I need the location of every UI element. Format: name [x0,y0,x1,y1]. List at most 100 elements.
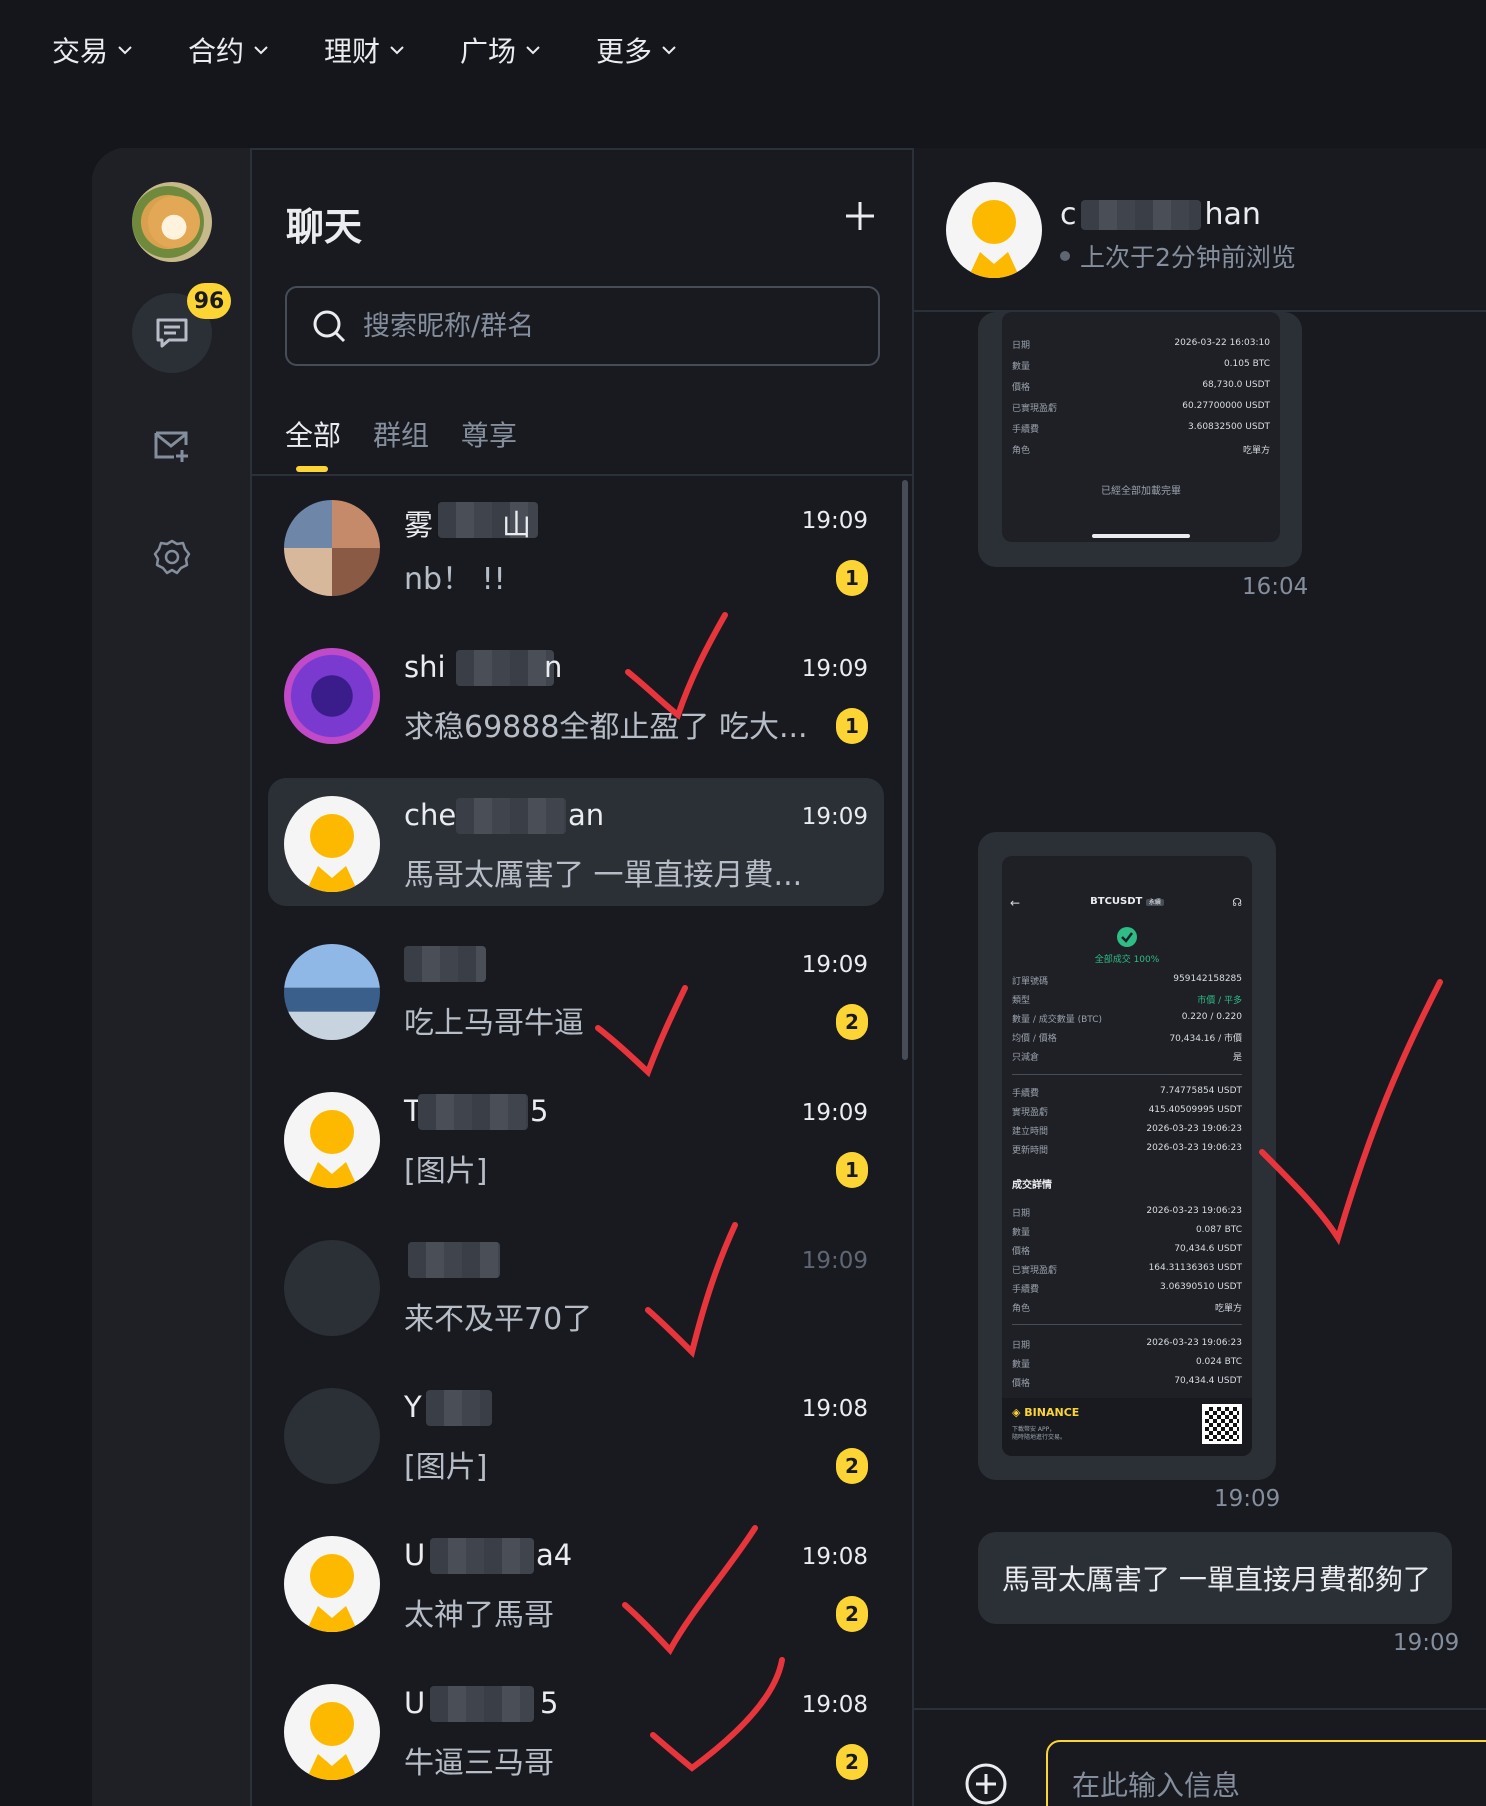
contact-name-tail: an [568,798,605,832]
message-composer[interactable] [1046,1740,1486,1806]
chat-list-item-selected[interactable]: che an 馬哥太厲害了 一單直接月費... 19:09 [268,778,884,906]
detail-value: 68,730.0 USDT [1202,380,1270,390]
message-time: 19:09 [1214,1486,1281,1512]
detail-value: 415.40509995 USDT [1148,1105,1242,1115]
order-screenshot: ← BTCUSDT 永續 ☊ 全部成交 100% 訂單號碼 95914215828… [1002,856,1252,1456]
chevron-down-icon [118,46,132,55]
detail-key: 日期 [1012,1341,1031,1351]
chat-search-box[interactable] [285,286,880,366]
detail-key: 日期 [1012,1209,1031,1219]
message-input[interactable] [1072,1768,1472,1802]
binance-logo: ◈ BINANCE [1012,1406,1080,1419]
contact-avatar [284,1536,380,1632]
message-time: 19:09 [801,952,868,978]
symbol-text: BTCUSDT [1090,896,1143,907]
conversation-name-head: c [1060,197,1077,232]
detail-key: 建立時間 [1012,1127,1049,1137]
nav-more[interactable]: 更多 [596,30,678,70]
last-message: [图片] [404,1154,488,1189]
tab-groups[interactable]: 群组 [373,414,429,454]
contact-name: shi [404,650,446,684]
new-message-button[interactable] [132,405,212,485]
nav-earn[interactable]: 理财 [324,30,406,70]
detail-key: 角色 [1012,1304,1031,1314]
tab-all[interactable]: 全部 [285,414,341,454]
contact-avatar [284,1240,380,1336]
chat-list-scrollbar[interactable] [902,480,908,1060]
contact-avatar [284,1684,380,1780]
add-chat-icon[interactable] [840,196,880,236]
detail-value: 70,434.6 USDT [1174,1244,1242,1254]
chat-list-item[interactable]: Y [图片] 19:08 2 [268,1370,884,1498]
last-message: 馬哥太厲害了 一單直接月費... [404,858,803,893]
contact-name-tail: n [544,650,563,684]
message-time: 19:09 [801,656,868,682]
tab-premium[interactable]: 尊享 [461,414,517,454]
unread-badge: 2 [836,1004,868,1040]
chat-list-item[interactable]: 雾 山 nb！ !! 19:09 1 [268,482,884,610]
detail-value: 0.105 BTC [1223,359,1270,369]
binance-footer: ◈ BINANCE 下載幣安 APP， 隨時隨地進行交易。 [1002,1398,1252,1456]
chat-list-item[interactable]: 来不及平70了 19:09 [268,1222,884,1350]
detail-value: 164.31136363 USDT [1148,1263,1242,1273]
contact-name: che [404,798,457,832]
contact-name-tail: 山 [502,508,532,542]
mail-plus-icon [154,431,188,462]
detail-key: 手續費 [1012,1285,1040,1295]
image-message[interactable]: 日期 2026-03-22 16:03:10 數量 0.105 BTC 價格 68,7… [978,312,1302,567]
order-symbol: BTCUSDT 永續 [1002,896,1252,907]
contact-avatar [284,944,380,1040]
chat-list-item[interactable]: U 5 牛逼三马哥 19:08 2 [268,1666,884,1794]
order-screenshot: 日期 2026-03-22 16:03:10 數量 0.105 BTC 價格 68,7… [1002,312,1280,542]
top-navigation: 交易 合约 理财 广场 更多 [0,0,1486,100]
detail-value: 2026-03-23 19:06:23 [1146,1143,1242,1153]
fill-status: 全部成交 100% [1094,955,1160,965]
image-message[interactable]: ← BTCUSDT 永續 ☊ 全部成交 100% 訂單號碼 95914215828… [978,832,1276,1480]
qr-code [1202,1404,1242,1444]
conversation-avatar[interactable] [946,182,1042,278]
last-message: nb！ !! [404,562,506,597]
chat-list-item[interactable]: T 5 [图片] 19:09 1 [268,1074,884,1202]
message-time: 19:09 [801,508,868,534]
last-message: 求稳69888全都止盈了 吃大... [404,710,808,745]
unread-badge: 2 [836,1596,868,1632]
presence-status: 上次于2分钟前浏览 [1060,238,1296,274]
brand-subtext: 隨時隨地進行交易。 [1012,1434,1067,1441]
detail-value: 吃單方 [1242,446,1270,456]
active-tab-indicator [296,466,328,472]
symbol-tag: 永續 [1145,899,1164,906]
nav-trade[interactable]: 交易 [52,30,134,70]
chat-bubble-icon [156,318,188,348]
presence-text: 上次于2分钟前浏览 [1080,243,1296,272]
detail-key: 數量 / 成交數量 (BTC) [1012,1015,1103,1025]
detail-value: 70,434.4 USDT [1174,1376,1242,1386]
trade-details-title: 成交詳情 [1012,1180,1052,1191]
success-check-icon [1117,927,1137,947]
presence-dot [1060,251,1070,261]
detail-key: 訂單號碼 [1012,977,1049,987]
detail-value: 2026-03-22 16:03:10 [1174,338,1270,348]
chat-list-item[interactable]: U a4 太神了馬哥 19:08 2 [268,1518,884,1646]
detail-value: 60.27700000 USDT [1182,401,1270,411]
load-complete-text: 已經全部加載完畢 [1101,486,1181,497]
detail-value: 959142158285 [1173,974,1242,984]
nav-futures[interactable]: 合约 [188,30,270,70]
divider [1012,1074,1242,1075]
chat-list-item[interactable]: shi n 求稳69888全都止盈了 吃大... 19:09 1 [268,630,884,758]
contact-name-tail: 5 [540,1686,559,1720]
contact-avatar [284,796,380,892]
settings-button[interactable] [132,517,212,597]
search-input[interactable] [363,310,843,342]
detail-value: 吃單方 [1214,1304,1242,1314]
my-avatar[interactable] [132,182,212,262]
detail-value: 市價 / 平多 [1197,996,1242,1006]
last-message: [图片] [404,1450,488,1485]
nav-square[interactable]: 广场 [460,30,542,70]
chat-list-item[interactable]: 吃上马哥牛逼 19:09 2 [268,926,884,1054]
message-time: 19:08 [801,1396,868,1422]
contact-name: Y [404,1390,422,1424]
detail-value: 70,434.16 / 市價 [1169,1034,1242,1044]
text-message: 馬哥太厲害了 一單直接月費都夠了 [978,1532,1452,1624]
attach-plus-icon[interactable] [964,1762,1008,1806]
detail-key: 數量 [1012,362,1031,372]
